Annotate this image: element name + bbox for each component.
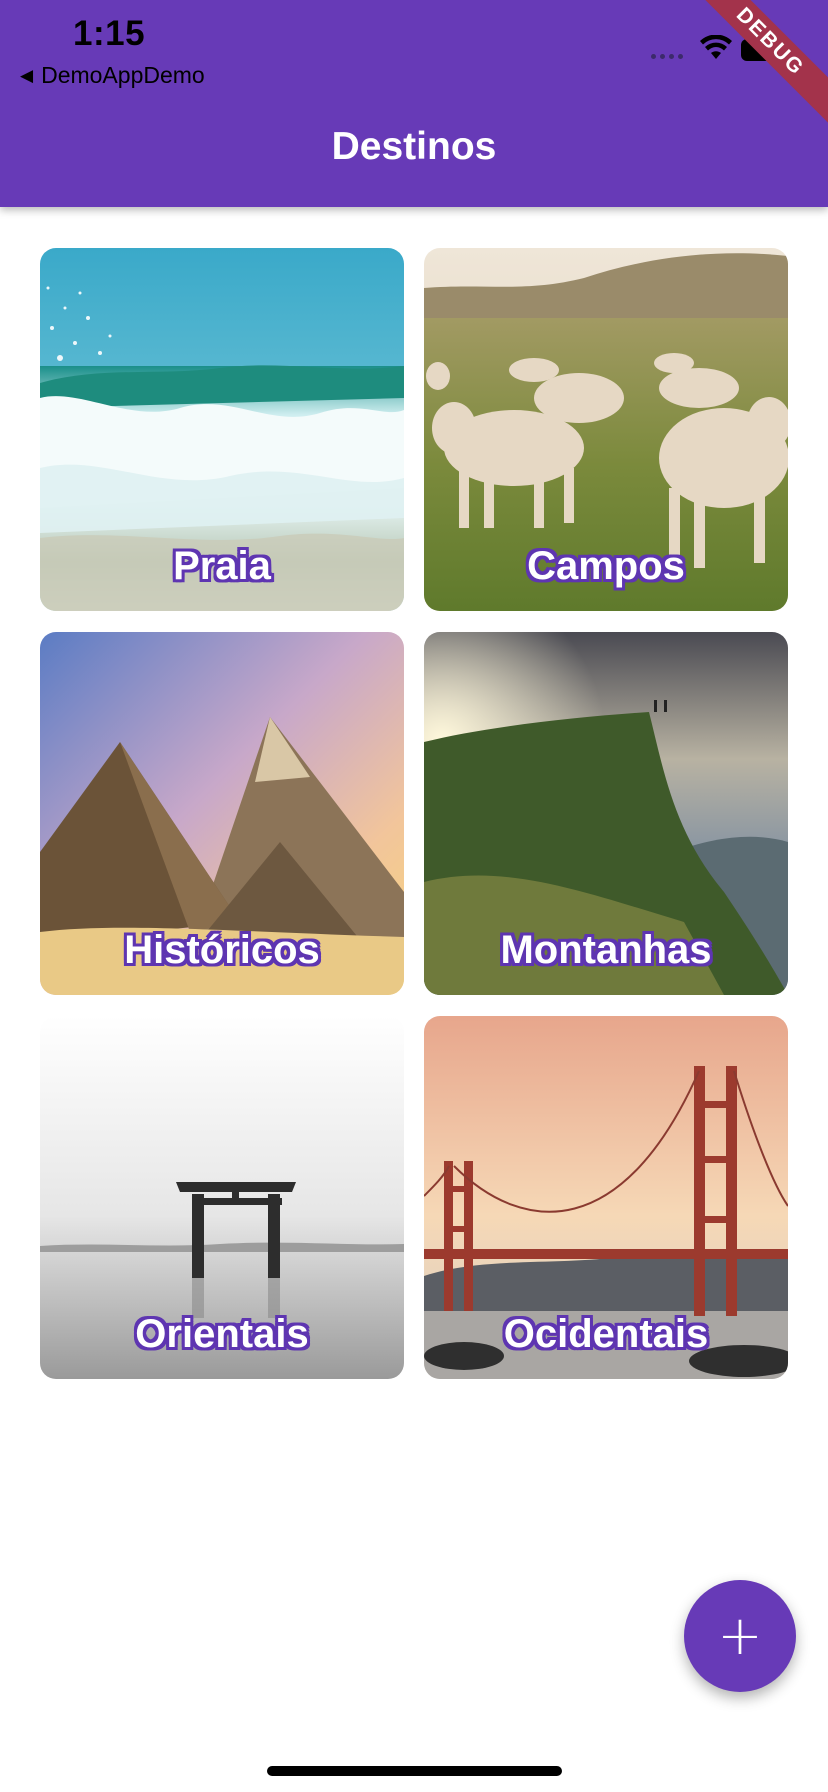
cellular-signal-icon [651, 54, 683, 59]
destination-tile-montanhas[interactable]: Montanhas [424, 632, 788, 995]
home-indicator[interactable] [267, 1766, 562, 1776]
add-icon: + [717, 1604, 763, 1667]
destinations-grid: Praia Campos Históricos Montanhas Orient… [40, 248, 788, 1379]
wifi-icon [700, 35, 732, 59]
back-app-label: DemoAppDemo [41, 61, 205, 88]
back-to-app-link[interactable]: ◀ DemoAppDemo [20, 60, 205, 90]
page-title: Destinos [331, 125, 497, 168]
add-destination-button[interactable]: + [684, 1580, 796, 1692]
status-time: 1:15 [73, 14, 146, 53]
destination-tile-ocidentais[interactable]: Ocidentais [424, 1016, 788, 1379]
tile-label: Campos [527, 544, 685, 588]
tile-label: Praia [173, 544, 271, 588]
destination-tile-campos[interactable]: Campos [424, 248, 788, 611]
back-triangle-icon: ◀ [20, 65, 34, 85]
debug-banner: DEBUG [680, 0, 828, 132]
tile-label: Orientais [135, 1312, 309, 1356]
destination-tile-historicos[interactable]: Históricos [40, 632, 404, 995]
app-bar: 1:15 ◀ DemoAppDemo Destinos DEBUG [0, 0, 828, 207]
destination-tile-praia[interactable]: Praia [40, 248, 404, 611]
tile-label: Montanhas [500, 928, 712, 972]
tile-label: Ocidentais [503, 1312, 709, 1356]
destination-tile-orientais[interactable]: Orientais [40, 1016, 404, 1379]
tile-label: Históricos [124, 928, 320, 972]
